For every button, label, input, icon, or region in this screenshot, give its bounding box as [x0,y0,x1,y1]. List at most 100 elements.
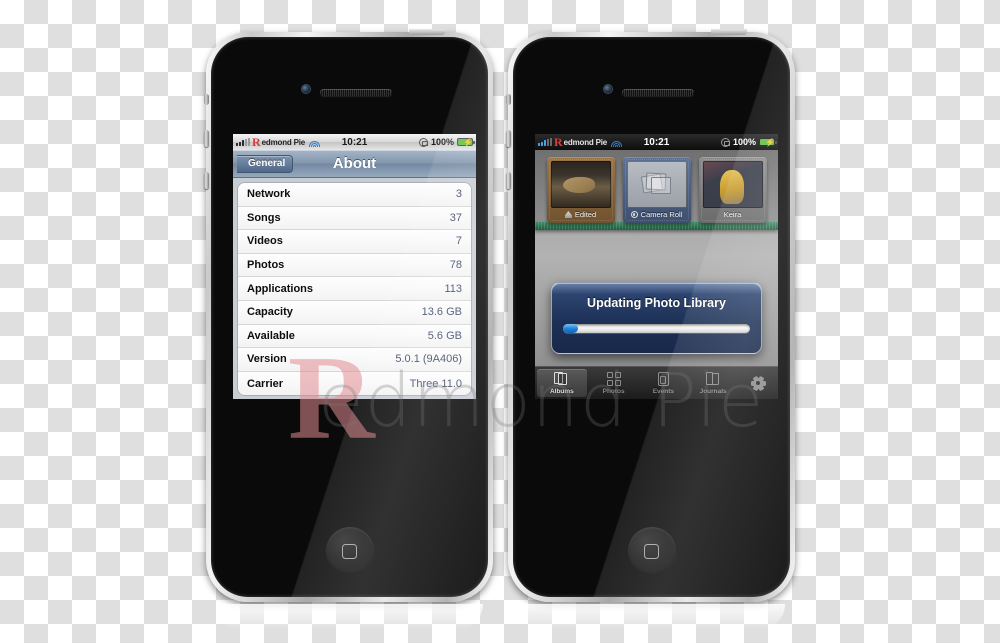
back-button-general[interactable]: General [237,154,294,173]
tab-label: Photos [602,387,625,395]
table-row[interactable]: Network 3 [238,183,471,207]
table-row[interactable]: Carrier Three 11.0 [238,371,471,396]
photos-app: R edmond Pie 10:21 100% ⚡ Edited Camera … [535,134,778,399]
rotation-lock-icon [418,137,429,147]
camera-roll-icon [630,211,638,218]
row-value: 37 [449,211,462,224]
row-label: Available [247,329,295,342]
row-value: 78 [449,259,462,272]
album-book-cover: Edited [546,157,615,223]
volume-up-button[interactable] [204,130,209,147]
album-label: Camera Roll [640,210,683,219]
album-label-row: Camera Roll [627,208,687,221]
albums-shelf-row: Edited Camera Roll Keira [535,150,778,223]
updating-photo-library-dialog: Updating Photo Library [551,282,762,354]
album-book-cover: Camera Roll [622,157,691,223]
iphone-device-left: R edmond Pie 10:21 100% ⚡ General About [204,29,493,602]
row-label: Videos [247,235,283,248]
row-label: Version [247,353,287,366]
tab-albums[interactable]: Albums [537,369,587,397]
album-thumbnail [550,161,611,208]
tab-bar: Albums Photos Events Journals [535,366,778,399]
row-value: Three 11.0 [409,377,462,390]
status-bar-right: R edmond Pie 10:21 100% ⚡ [535,134,778,150]
home-button[interactable] [627,527,676,575]
tab-label: Albums [549,387,574,395]
events-icon [657,372,669,387]
album-item[interactable]: Edited [546,157,615,223]
row-value: 5.6 GB [427,329,462,342]
row-value: 3 [455,188,462,201]
album-label: Edited [574,210,597,219]
battery-charging-icon: ⚡ [759,138,777,147]
progress-bar-fill [563,324,578,333]
album-label-row: Keira [703,208,763,221]
earpiece-speaker [319,89,392,96]
photos-grid-icon [606,372,621,387]
album-book-cover: Keira [698,157,767,223]
rotation-lock-icon [720,137,731,147]
status-bar-clock: 10:21 [341,136,368,148]
row-label: Capacity [247,306,293,319]
volume-down-button[interactable] [204,172,209,189]
screen-left: R edmond Pie 10:21 100% ⚡ General About [233,134,476,399]
shelf-divider [535,222,778,230]
tab-journals[interactable]: Journals [688,367,738,399]
row-label: Photos [247,259,285,272]
album-item[interactable]: Keira [698,157,767,223]
tab-label: Journals [699,387,727,395]
phone-front-glass: R edmond Pie 10:21 100% ⚡ General About [211,37,488,597]
row-value: 7 [455,235,462,248]
screen-right: R edmond Pie 10:21 100% ⚡ Edited Camera … [535,134,778,399]
status-bar-left: R edmond Pie 10:21 100% ⚡ [233,134,476,150]
journals-icon [706,372,720,387]
dialog-title: Updating Photo Library [587,296,726,310]
iphone-device-right: R edmond Pie 10:21 100% ⚡ Edited Camera … [506,29,795,602]
row-label: Applications [247,282,314,295]
edited-icon [564,211,572,218]
album-label: Keira [723,210,742,219]
phone-front-glass: R edmond Pie 10:21 100% ⚡ Edited Camera … [513,37,790,597]
gear-icon [750,375,766,391]
album-thumbnail [626,161,687,208]
phone-reflection-right [518,604,785,630]
table-row[interactable]: Songs 37 [238,206,471,231]
tab-photos[interactable]: Photos [589,367,639,399]
row-value: 5.0.1 (9A406) [395,353,462,366]
volume-up-button[interactable] [506,130,511,147]
battery-charging-icon: ⚡ [457,138,475,147]
row-label: Carrier [247,377,284,390]
power-button[interactable] [409,29,445,35]
photo-stack-icon [640,171,672,197]
screenshot-stage: R edmond Pie 10:21 100% ⚡ General About [0,0,1000,643]
album-thumbnail [702,161,763,208]
volume-down-button[interactable] [506,172,511,189]
tab-events[interactable]: Events [639,367,689,399]
front-camera-icon [301,85,310,93]
front-camera-icon [603,85,612,93]
watermark-overlay: R edmond Pie [0,0,1000,643]
table-row[interactable]: Version 5.0.1 (9A406) [238,348,471,372]
row-label: Network [247,188,291,201]
albums-icon [554,372,569,387]
navigation-bar-left: General About [233,150,476,178]
ringer-switch[interactable] [506,94,511,105]
table-row[interactable]: Available 5.6 GB [238,324,471,349]
ringer-switch[interactable] [204,94,209,105]
tab-label: Events [652,387,675,395]
table-row[interactable]: Photos 78 [238,253,471,278]
about-list-container: Network 3 Songs 37 Videos 7 Photos 78 Ap… [233,178,476,399]
table-row[interactable]: Videos 7 [238,230,471,254]
phone-reflection-left [216,604,483,630]
settings-button[interactable] [738,367,778,399]
status-bar-clock: 10:21 [643,136,670,148]
album-item[interactable]: Camera Roll [622,157,691,223]
table-row[interactable]: Applications 113 [238,277,471,301]
row-value: 113 [444,282,462,295]
album-label-row: Edited [551,208,611,221]
home-button-square-icon [342,543,357,559]
power-button[interactable] [711,29,747,35]
about-table-group: Network 3 Songs 37 Videos 7 Photos 78 Ap… [237,182,472,397]
home-button[interactable] [325,527,374,575]
table-row[interactable]: Capacity 13.6 GB [238,300,471,325]
